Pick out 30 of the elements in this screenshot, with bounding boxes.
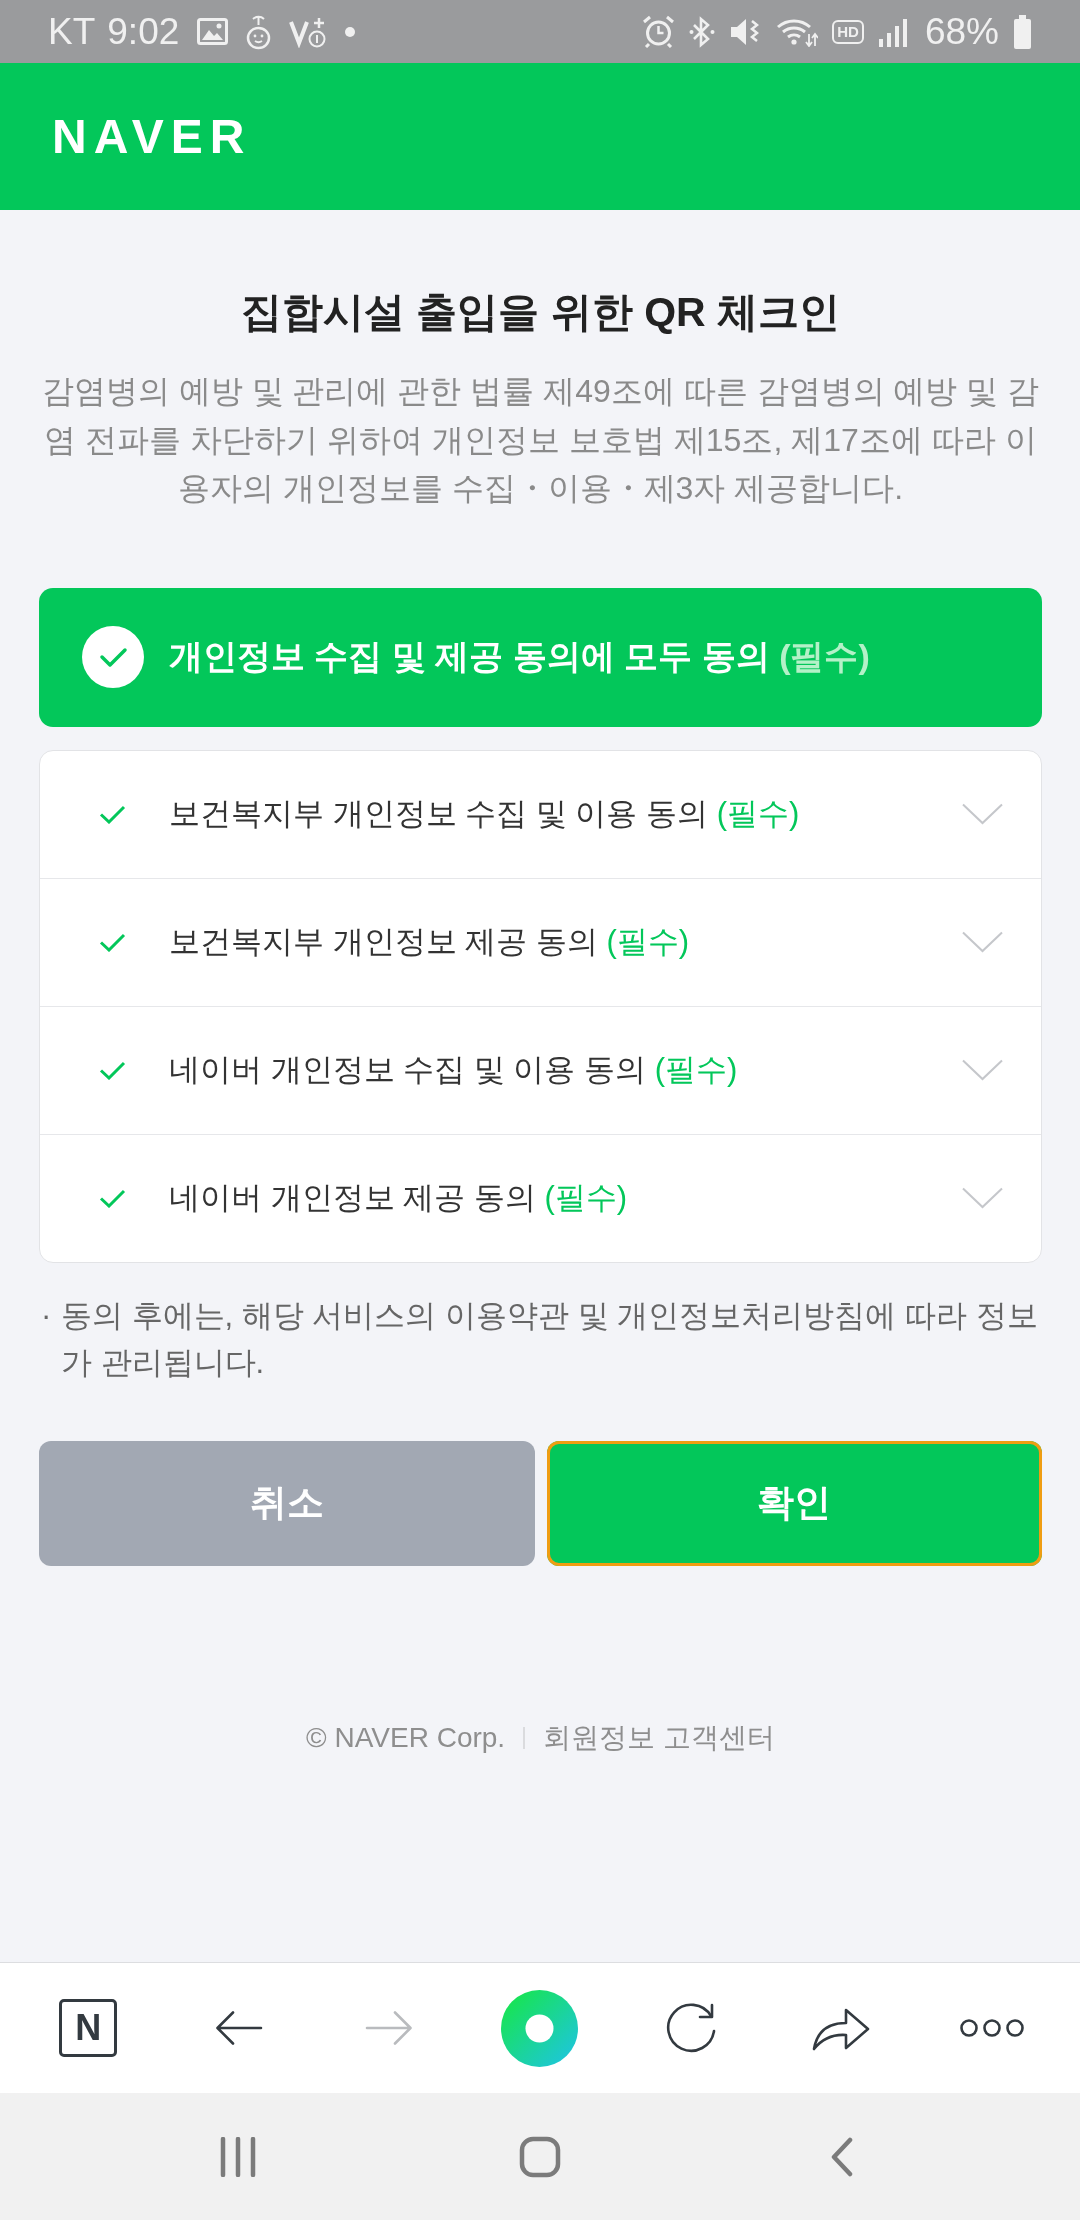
home-icon[interactable] <box>519 2135 561 2178</box>
logo-text: NAVER <box>52 109 252 164</box>
consent-row[interactable]: 보건복지부 개인정보 수집 및 이용 동의 (필수) <box>40 750 1041 878</box>
image-icon <box>197 18 229 45</box>
wifi-icon <box>776 16 819 47</box>
ring-icon[interactable] <box>501 1989 579 2067</box>
robot-icon <box>246 13 272 50</box>
page-title: 집합시설 출입을 위한 QR 체크인 <box>239 288 842 337</box>
note-text: 동의 후에는, 해당 서비스의 이용약관 및 개인정보처리방침에 따라 정보가 관리됩니다. <box>61 1297 1039 1382</box>
carrier-label: KT <box>48 10 96 53</box>
notification-dot-icon <box>345 26 356 37</box>
v-badge-icon <box>289 15 328 48</box>
battery-percentage: 68% <box>924 10 999 53</box>
back-arrow-icon[interactable] <box>214 2010 263 2046</box>
signal-icon <box>877 16 907 47</box>
description-text: 감염병의 예방 및 관리에 관한 법률 제49조에 따른 감염병의 예방 및 감염 전파를 차단하기 위하여 개인정보 보호법 제15조, 제17조에 따라 이용자의 개인정보를 수집・이용・제3자 제공합니다. <box>40 372 1041 508</box>
battery-icon <box>1013 14 1032 49</box>
more-icon[interactable] <box>959 2019 1024 2037</box>
consent-row[interactable]: 네이버 개인정보 제공 동의 (필수) <box>40 1133 1041 1262</box>
clock-time: 9:02 <box>107 10 180 53</box>
hd-badge: HD <box>832 19 864 44</box>
bluetooth-icon <box>689 15 716 48</box>
back-icon[interactable] <box>830 2136 854 2177</box>
copyright-text: © NAVER Corp. <box>306 1720 506 1755</box>
recent-apps-icon[interactable] <box>219 2136 257 2177</box>
alarm-icon <box>642 15 676 48</box>
note-bullet: · <box>40 1297 53 1335</box>
consent-row[interactable]: 네이버 개인정보 수집 및 이용 동의 (필수) <box>40 1005 1041 1134</box>
n-logo-button[interactable]: N <box>59 1999 118 2057</box>
consent-row[interactable]: 보건복지부 개인정보 제공 동의 (필수) <box>40 877 1041 1006</box>
